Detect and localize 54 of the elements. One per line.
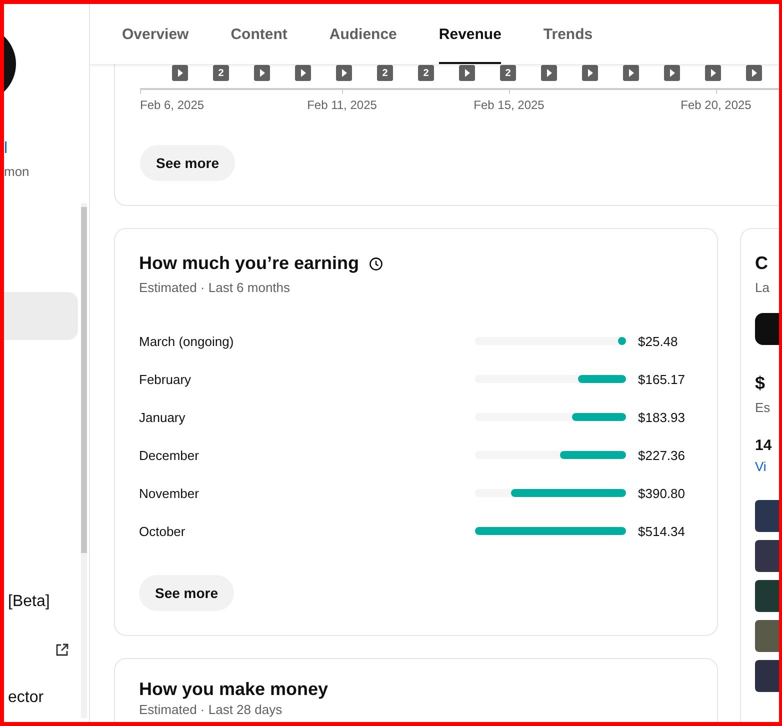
- axis-date-label: Feb 11, 2025: [307, 98, 377, 112]
- nav-item[interactable]: [Beta]: [4, 578, 78, 626]
- card-title: How much you’re earning: [139, 253, 360, 274]
- earnings-amount: $165.17: [638, 372, 685, 386]
- earnings-amount: $25.48: [638, 334, 679, 348]
- month-label: March (ongoing): [139, 334, 235, 348]
- channel-subtitle: mon: [4, 164, 30, 179]
- video-marker-icon[interactable]: [254, 65, 270, 81]
- axis-date-label: Feb 6, 2025: [140, 98, 204, 112]
- video-marker-icon[interactable]: [172, 65, 188, 81]
- card-subtitle: Estimated · Last 28 days: [139, 702, 284, 717]
- tab[interactable]: Overview: [122, 4, 189, 64]
- earnings-amount: $514.34: [638, 524, 685, 538]
- video-count-marker[interactable]: 2: [500, 65, 516, 81]
- revenue-value: $: [755, 373, 766, 394]
- card-subtitle: Estimated · Last 6 months: [139, 280, 292, 295]
- card-title: C: [755, 253, 769, 274]
- tab[interactable]: Audience: [329, 4, 397, 64]
- video-marker-icon[interactable]: [664, 65, 680, 81]
- views-caption: Vi: [755, 459, 768, 474]
- video-count-marker[interactable]: 2: [377, 65, 393, 81]
- video-count-marker[interactable]: 2: [213, 65, 229, 81]
- earnings-amount: $183.93: [638, 410, 685, 424]
- see-more-button[interactable]: See more: [139, 575, 234, 611]
- external-link-icon: [55, 643, 69, 657]
- month-label: October: [139, 524, 186, 538]
- month-label: December: [139, 448, 200, 462]
- video-marker-icon[interactable]: [705, 65, 721, 81]
- video-marker-icon[interactable]: [459, 65, 475, 81]
- scrollbar[interactable]: [81, 203, 87, 718]
- video-marker-icon[interactable]: [295, 65, 311, 81]
- video-marker-icon[interactable]: [336, 65, 352, 81]
- video-marker-icon[interactable]: [746, 65, 762, 81]
- video-marker-icon[interactable]: [582, 65, 598, 81]
- axis-date-label: Feb 15, 2025: [474, 98, 544, 112]
- month-label: November: [139, 486, 200, 500]
- nav-item[interactable]: ector: [4, 674, 78, 722]
- tab[interactable]: Trends: [543, 4, 593, 64]
- month-label: February: [139, 372, 192, 386]
- month-label: January: [139, 410, 186, 424]
- video-marker-icon[interactable]: [541, 65, 557, 81]
- earnings-amount: $390.80: [638, 486, 685, 500]
- channel-name: l: [4, 140, 8, 158]
- see-more-button[interactable]: See more: [140, 145, 236, 181]
- revenue-caption: Es: [755, 400, 772, 415]
- views-value: 14: [755, 437, 773, 454]
- tab[interactable]: Content: [230, 4, 288, 64]
- card-title: How you make money: [139, 679, 330, 700]
- axis-date-label: Feb 20, 2025: [680, 98, 752, 112]
- card-subtitle: La: [755, 280, 770, 295]
- clock-icon[interactable]: [369, 256, 384, 270]
- video-marker-icon[interactable]: [623, 65, 639, 81]
- earnings-amount: $227.36: [638, 448, 685, 462]
- video-count-marker[interactable]: 2: [418, 65, 434, 81]
